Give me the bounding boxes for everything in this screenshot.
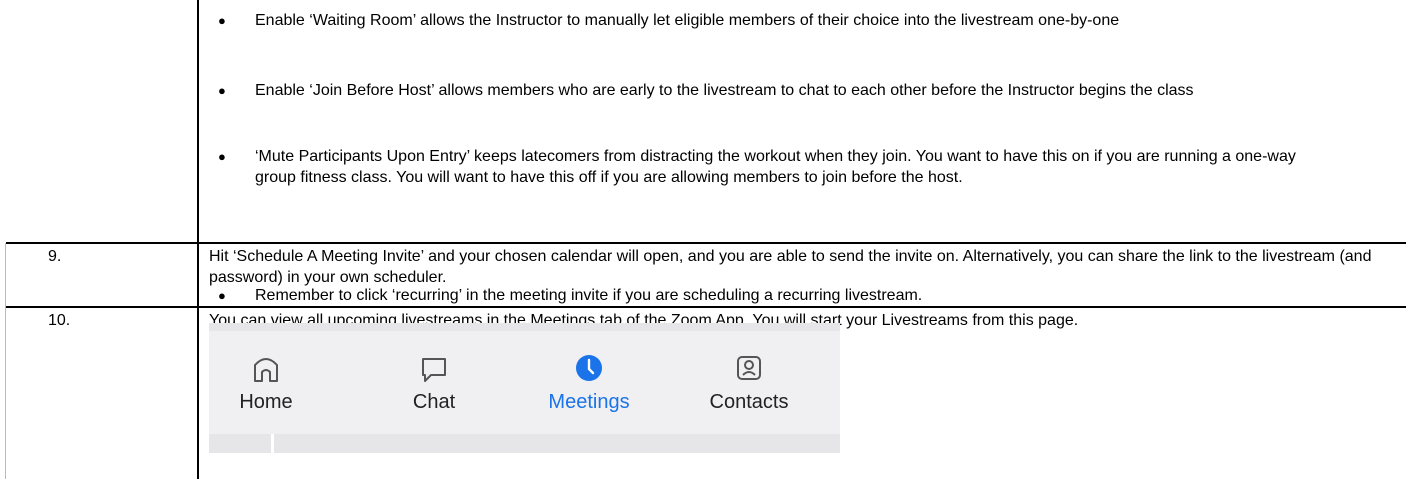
home-icon xyxy=(254,358,278,382)
nav-bottom-strip xyxy=(209,434,840,453)
nav-item-contacts[interactable]: Contacts xyxy=(699,351,799,415)
zoom-nav-bar: Home Chat Meetings Contacts xyxy=(209,323,840,453)
nav-label: Meetings xyxy=(548,391,630,413)
table-column-divider xyxy=(197,0,199,479)
chat-icon xyxy=(422,358,446,382)
table-left-border xyxy=(5,243,6,479)
bullet-text: Enable ‘Waiting Room’ allows the Instruc… xyxy=(255,12,1120,29)
bullet-dot: ● xyxy=(218,83,226,98)
step-number-10: 10. xyxy=(48,312,71,329)
bullet-dot: ● xyxy=(218,13,226,28)
clock-icon xyxy=(576,355,602,381)
row-divider-2 xyxy=(6,306,1406,308)
nav-label: Chat xyxy=(412,391,456,413)
row-divider-1 xyxy=(6,242,1406,244)
step-number-9: 9. xyxy=(48,248,62,265)
bullet-text: Remember to click ‘recurring’ in the mee… xyxy=(255,287,923,304)
nav-strip-separator xyxy=(271,434,274,453)
nav-item-chat[interactable]: Chat xyxy=(399,351,469,415)
bullet-text: ‘Mute Participants Upon Entry’ keeps lat… xyxy=(255,148,1296,186)
nav-label: Home xyxy=(239,391,293,413)
bullet-text: Enable ‘Join Before Host’ allows members… xyxy=(255,82,1194,99)
bullet-dot: ● xyxy=(218,149,226,164)
nav-item-meetings[interactable]: Meetings xyxy=(539,351,639,415)
nav-item-home[interactable]: Home xyxy=(231,351,301,415)
nav-top-strip xyxy=(209,323,840,331)
contacts-icon xyxy=(737,356,761,380)
step-9-text: Hit ‘Schedule A Meeting Invite’ and your… xyxy=(209,248,1372,286)
bullet-dot: ● xyxy=(218,288,226,303)
nav-label: Contacts xyxy=(709,391,789,413)
